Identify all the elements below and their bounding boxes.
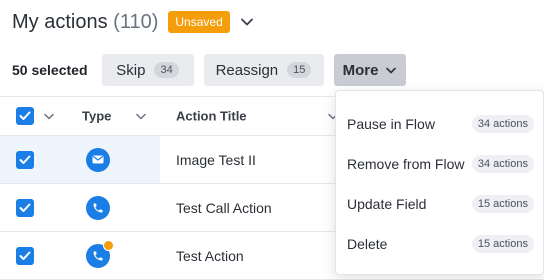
- unsaved-badge: Unsaved: [168, 11, 230, 33]
- phone-icon: [86, 195, 110, 220]
- select-options-chevron-icon[interactable]: [44, 107, 54, 125]
- column-header-action-title[interactable]: Action Title: [176, 109, 247, 124]
- menu-item-pause-in-flow[interactable]: Pause in Flow 34 actions: [336, 104, 544, 144]
- email-icon: [86, 147, 110, 172]
- menu-item-label: Delete: [347, 236, 388, 252]
- action-title[interactable]: Test Action: [176, 248, 244, 264]
- more-actions-menu: Pause in Flow 34 actions Remove from Flo…: [335, 90, 544, 275]
- chevron-down-icon: [386, 67, 397, 74]
- select-all-checkbox[interactable]: [16, 107, 34, 125]
- actions-count: (110): [113, 10, 159, 33]
- type-filter-chevron-icon[interactable]: [136, 107, 146, 125]
- row-checkbox[interactable]: [16, 246, 34, 265]
- menu-item-update-field[interactable]: Update Field 15 actions: [336, 184, 544, 224]
- bulk-action-toolbar: 50 selected Skip 34 Reassign 15 More: [12, 54, 416, 86]
- reassign-count-badge: 15: [287, 62, 312, 78]
- menu-item-label: Pause in Flow: [347, 116, 435, 132]
- reassign-button[interactable]: Reassign 15: [203, 54, 324, 86]
- menu-item-delete[interactable]: Delete 15 actions: [336, 224, 544, 264]
- menu-item-count: 34 actions: [471, 155, 534, 173]
- page-title-text: My actions: [12, 10, 108, 33]
- column-header-type[interactable]: Type: [82, 109, 111, 124]
- skip-count-badge: 34: [154, 62, 179, 78]
- menu-item-label: Remove from Flow: [347, 156, 465, 172]
- phone-icon: [86, 239, 114, 268]
- reassign-label: Reassign: [215, 61, 279, 79]
- row-checkbox[interactable]: [16, 150, 34, 169]
- skip-button[interactable]: Skip 34: [101, 54, 194, 86]
- menu-item-count: 15 actions: [471, 195, 534, 213]
- menu-item-remove-from-flow[interactable]: Remove from Flow 34 actions: [336, 144, 544, 184]
- menu-item-count: 15 actions: [471, 235, 534, 253]
- action-title[interactable]: Image Test II: [176, 152, 256, 168]
- page-header: My actions (110) Unsaved: [12, 8, 254, 36]
- menu-item-count: 34 actions: [471, 115, 534, 133]
- page-title: My actions (110): [12, 11, 158, 34]
- skip-label: Skip: [116, 61, 146, 79]
- chevron-down-icon[interactable]: [240, 15, 254, 29]
- more-button[interactable]: More: [333, 54, 406, 86]
- warning-badge-icon: [103, 239, 114, 251]
- action-title[interactable]: Test Call Action: [176, 200, 272, 216]
- selected-count: 50 selected: [12, 62, 88, 78]
- more-label: More: [342, 61, 379, 79]
- row-checkbox[interactable]: [16, 198, 34, 217]
- menu-item-label: Update Field: [347, 196, 427, 212]
